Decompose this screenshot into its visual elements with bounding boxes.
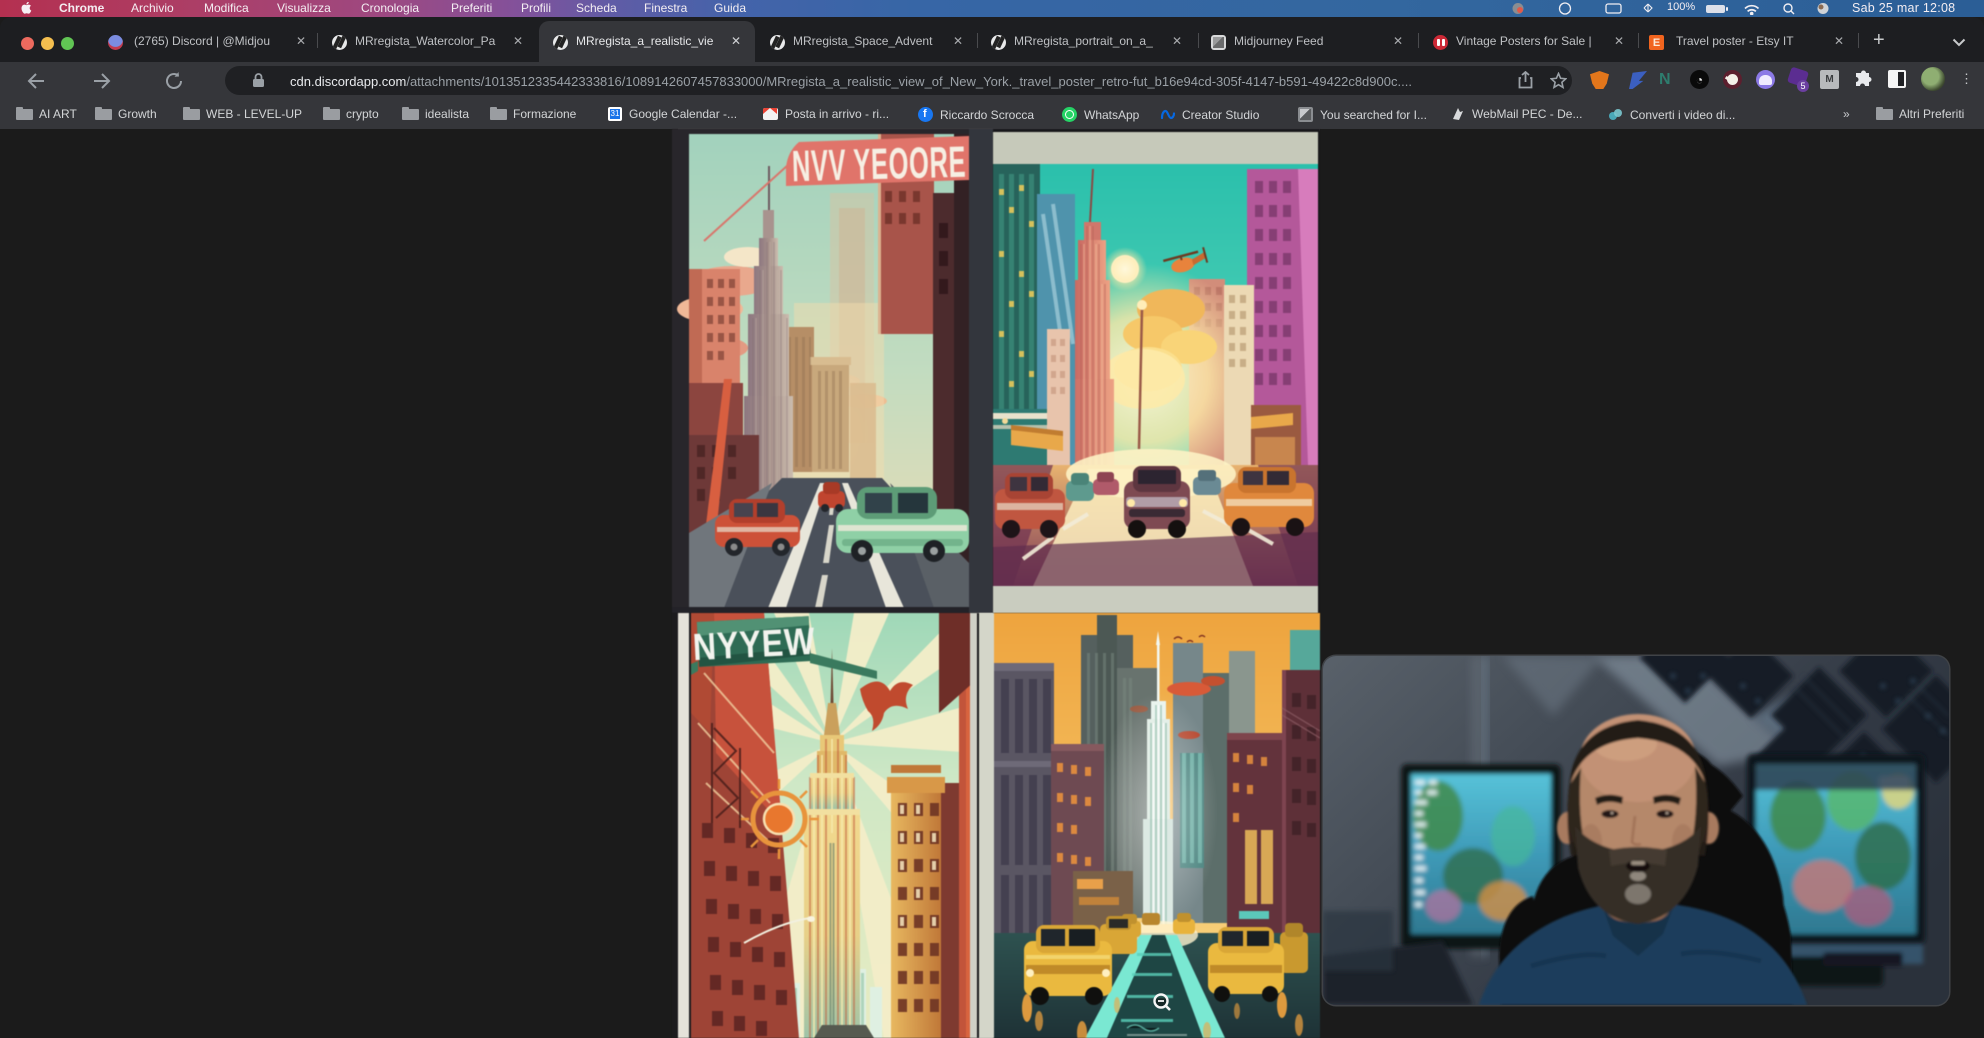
- svg-text:NYYEW: NYYEW: [692, 620, 817, 668]
- svg-text:NVV YEOORE: NVV YEOORE: [791, 136, 966, 191]
